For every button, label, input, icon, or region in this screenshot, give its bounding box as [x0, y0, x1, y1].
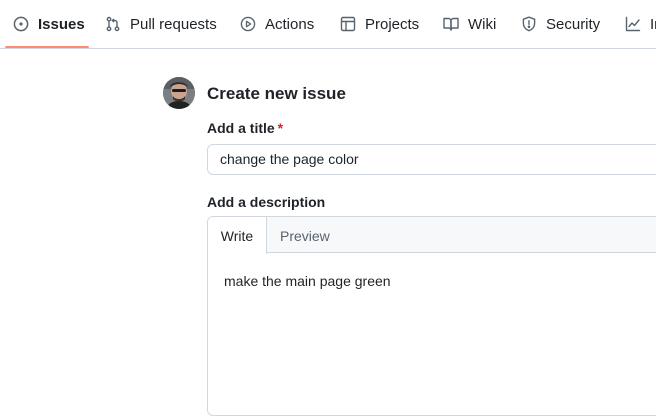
tab-wiki-label: Wiki — [468, 15, 497, 33]
tab-write[interactable]: Write — [208, 217, 267, 254]
git-pull-request-icon — [105, 16, 121, 32]
editor-tabbar — [208, 217, 656, 253]
title-label-text: Add a title — [207, 120, 275, 136]
title-field-label: Add a title * — [207, 120, 283, 136]
tab-security[interactable]: Security — [521, 0, 600, 48]
active-tab-indicator — [5, 46, 89, 48]
table-icon — [340, 16, 356, 32]
repo-navigation: Issues Pull requests Actions Projects Wi… — [0, 0, 656, 49]
issue-opened-icon — [13, 16, 29, 32]
graph-icon — [625, 16, 641, 32]
book-icon — [443, 16, 459, 32]
tab-actions-label: Actions — [265, 15, 315, 33]
tab-wiki[interactable]: Wiki — [443, 0, 496, 48]
description-field-label: Add a description — [207, 194, 326, 210]
issue-title-input[interactable]: change the page color — [207, 144, 656, 175]
description-textarea[interactable]: make the main page green — [224, 273, 391, 289]
tab-projects-label: Projects — [365, 15, 420, 33]
tab-actions[interactable]: Actions — [240, 0, 314, 48]
tab-issues-label: Issues — [38, 15, 85, 33]
tab-preview[interactable]: Preview — [280, 217, 330, 253]
tab-insights-label: In — [650, 15, 656, 33]
shield-icon — [521, 16, 537, 32]
description-editor: Write Preview make the main page green — [207, 216, 656, 416]
tab-issues[interactable]: Issues — [13, 0, 85, 48]
tab-pull-requests-label: Pull requests — [130, 15, 217, 33]
page-title: Create new issue — [207, 84, 346, 103]
tab-projects[interactable]: Projects — [340, 0, 419, 48]
play-icon — [240, 16, 256, 32]
required-marker: * — [277, 120, 284, 136]
tab-security-label: Security — [546, 15, 601, 33]
avatar[interactable] — [163, 77, 195, 109]
tab-pull-requests[interactable]: Pull requests — [105, 0, 217, 48]
tab-insights[interactable]: In — [625, 0, 656, 48]
